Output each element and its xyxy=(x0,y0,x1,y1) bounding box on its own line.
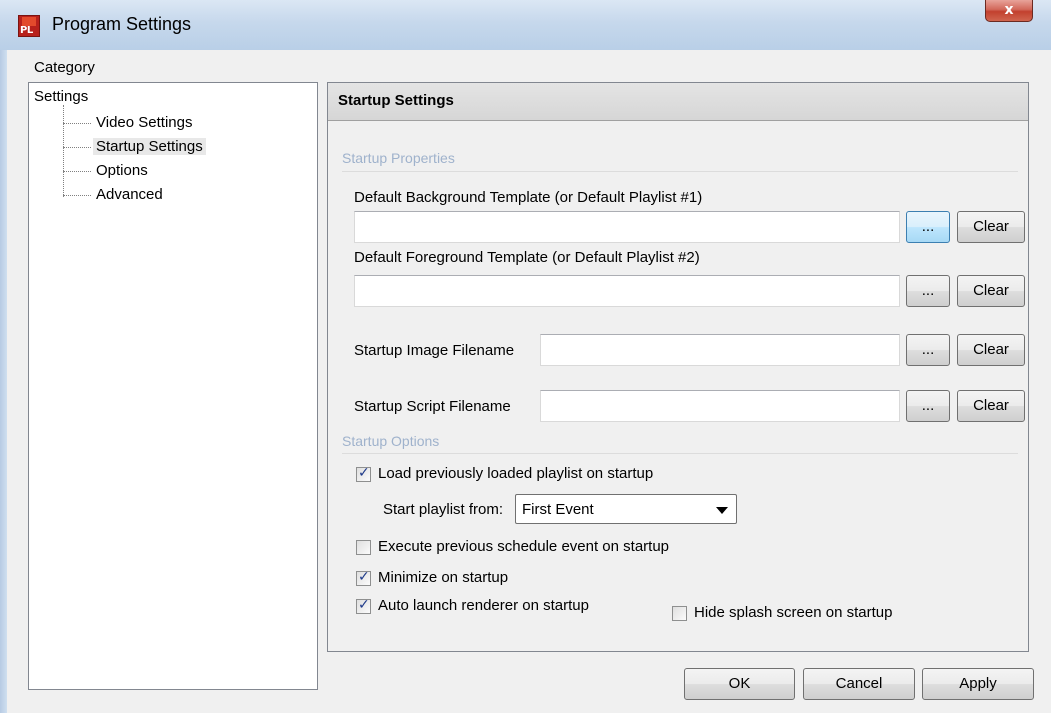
tree-item-label: Video Settings xyxy=(96,114,193,131)
tree-item-label: Advanced xyxy=(96,186,163,203)
tree-item-label: Options xyxy=(96,162,148,179)
execute-schedule-label: Execute previous schedule event on start… xyxy=(378,538,670,555)
bg-template-browse-button[interactable]: ... xyxy=(906,211,950,243)
group-divider xyxy=(342,171,1018,172)
execute-schedule-checkbox[interactable] xyxy=(356,540,371,555)
chevron-down-icon xyxy=(716,507,728,514)
startup-properties-group-title: Startup Properties xyxy=(342,150,455,166)
minimize-checkbox[interactable]: ✓ xyxy=(356,569,371,586)
fg-template-label: Default Foreground Template (or Default … xyxy=(354,249,700,266)
select-value: First Event xyxy=(522,501,594,518)
auto-launch-label: Auto launch renderer on startup xyxy=(378,597,589,614)
hide-splash-checkbox[interactable] xyxy=(672,606,687,621)
startup-image-browse-button[interactable]: ... xyxy=(906,334,950,366)
close-icon: x xyxy=(1004,2,1014,18)
startup-script-browse-button[interactable]: ... xyxy=(906,390,950,422)
panel-header: Startup Settings xyxy=(328,83,1028,121)
tree-branch-line xyxy=(63,171,91,172)
title-bar[interactable]: PL Program Settings x xyxy=(0,0,1051,50)
minimize-label: Minimize on startup xyxy=(378,569,509,586)
load-playlist-label: Load previously loaded playlist on start… xyxy=(378,465,654,482)
checkmark-icon: ✓ xyxy=(358,569,370,585)
startup-image-clear-button[interactable]: Clear xyxy=(957,334,1025,366)
group-divider xyxy=(342,453,1018,454)
start-playlist-from-select[interactable]: First Event xyxy=(515,494,737,524)
fg-template-field[interactable] xyxy=(354,275,900,307)
startup-image-label: Startup Image Filename xyxy=(354,342,515,359)
bg-template-field[interactable] xyxy=(354,211,900,243)
tree-branch-line xyxy=(63,195,91,196)
startup-image-field[interactable] xyxy=(540,334,900,366)
startup-script-label: Startup Script Filename xyxy=(354,398,511,415)
settings-panel: Startup Settings Startup Properties Defa… xyxy=(327,82,1029,652)
checkmark-icon: ✓ xyxy=(358,597,370,613)
tree-branch-line xyxy=(63,147,91,148)
tree-root-settings[interactable]: Settings xyxy=(34,88,88,105)
window-frame-left xyxy=(0,50,7,713)
ok-button[interactable]: OK xyxy=(684,668,795,700)
tree-connector-line xyxy=(63,105,64,197)
close-button[interactable]: x xyxy=(985,0,1033,22)
startup-script-field[interactable] xyxy=(540,390,900,422)
panel-title: Startup Settings xyxy=(338,92,454,109)
tree-item-label: Startup Settings xyxy=(93,138,206,155)
fg-template-browse-button[interactable]: ... xyxy=(906,275,950,307)
fg-template-clear-button[interactable]: Clear xyxy=(957,275,1025,307)
startup-script-clear-button[interactable]: Clear xyxy=(957,390,1025,422)
cancel-button[interactable]: Cancel xyxy=(803,668,915,700)
apply-button[interactable]: Apply xyxy=(922,668,1034,700)
app-logo-icon: PL xyxy=(18,15,40,37)
start-playlist-from-label: Start playlist from: xyxy=(383,501,504,518)
tree-branch-line xyxy=(63,123,91,124)
category-tree[interactable]: Settings Video Settings Startup Settings… xyxy=(28,82,318,690)
bg-template-label: Default Background Template (or Default … xyxy=(354,189,703,206)
bg-template-clear-button[interactable]: Clear xyxy=(957,211,1025,243)
hide-splash-label: Hide splash screen on startup xyxy=(694,604,893,621)
category-label: Category xyxy=(34,59,95,76)
program-settings-window: PL Program Settings x Category Settings … xyxy=(0,0,1051,713)
app-logo-text: PL xyxy=(20,25,33,36)
window-title: Program Settings xyxy=(52,14,192,34)
checkmark-icon: ✓ xyxy=(358,465,370,481)
auto-launch-checkbox[interactable]: ✓ xyxy=(356,597,371,614)
startup-options-group-title: Startup Options xyxy=(342,433,440,449)
load-playlist-checkbox[interactable]: ✓ xyxy=(356,465,371,482)
